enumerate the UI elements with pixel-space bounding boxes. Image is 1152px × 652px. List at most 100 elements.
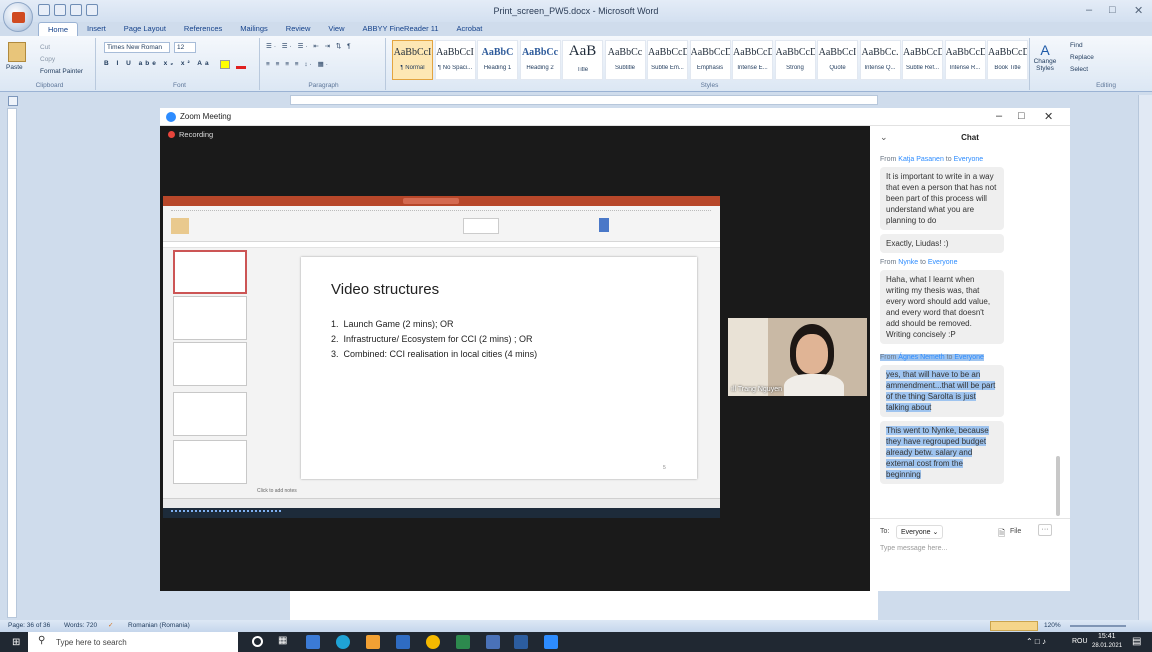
chat-input[interactable]: Type message here... (880, 545, 1058, 552)
page-count[interactable]: Page: 36 of 36 (8, 622, 50, 629)
ppt-shapes-icon[interactable] (463, 218, 499, 234)
excel-icon[interactable] (456, 635, 470, 649)
current-slide[interactable]: Video structures 1. Launch Game (2 mins)… (301, 257, 697, 479)
clock-date[interactable]: 28.01.2021 (1092, 643, 1122, 649)
chat-message[interactable]: yes, that will have to be an ammendment.… (880, 365, 1004, 417)
font-name-select[interactable]: Times New Roman (104, 42, 170, 53)
input-language[interactable]: ROU (1072, 638, 1088, 645)
browser-icon[interactable] (336, 635, 350, 649)
tray-icons[interactable]: ⌃ □ ♪ (1026, 637, 1046, 646)
copy-button[interactable]: Copy (40, 56, 55, 63)
style-3[interactable]: AaBbCc Heading 2 (519, 40, 561, 80)
tab-selector-icon[interactable] (8, 96, 18, 106)
undo-icon[interactable] (54, 4, 66, 16)
tab-page-layout[interactable]: Page Layout (115, 22, 175, 36)
paste-icon[interactable] (8, 42, 26, 62)
word-count[interactable]: Words: 720 (64, 622, 97, 629)
style-7[interactable]: AaBbCcD Emphasis (689, 40, 731, 80)
photoshop-icon[interactable] (514, 635, 528, 649)
office-button[interactable] (3, 2, 33, 32)
font-format-buttons[interactable]: B I U abe x₂ x² Aa (104, 60, 212, 67)
chat-message[interactable]: Haha, what I learnt when writing my thes… (880, 270, 1004, 344)
style-4[interactable]: AaB Title (562, 40, 603, 80)
font-size-select[interactable]: 12 (174, 42, 196, 53)
tab-view[interactable]: View (319, 22, 353, 36)
chat-scrollbar[interactable] (1056, 456, 1060, 516)
file-icon[interactable]: 🗎 (998, 526, 1005, 542)
change-styles-button[interactable]: A Change Styles (1030, 42, 1060, 72)
task-view-icon[interactable]: ▦ (278, 635, 287, 646)
vertical-scrollbar[interactable] (1138, 95, 1152, 620)
horizontal-ruler[interactable] (290, 95, 878, 105)
format-painter-button[interactable]: Format Painter (40, 68, 83, 75)
language-status[interactable]: Romanian (Romania) (128, 622, 190, 629)
style-9[interactable]: AaBbCcD Strong (774, 40, 816, 80)
style-10[interactable]: AaBbCcI Quote (817, 40, 858, 80)
zoom-level[interactable]: 120% (1044, 622, 1061, 629)
chat-message[interactable]: It is important to write in a way that e… (880, 167, 1004, 230)
word-taskbar-icon[interactable] (396, 635, 410, 649)
style-13[interactable]: AaBbCcD Intense R... (944, 40, 986, 80)
redo-icon[interactable] (70, 4, 82, 16)
list-buttons[interactable]: ☰· ☰· ☰· ⇤ ⇥ ⇅ ¶ (266, 42, 353, 50)
slide-thumbnail-2[interactable] (173, 296, 247, 340)
minimize-icon[interactable]: – (1086, 4, 1092, 16)
participant-video[interactable]: ıll Trang Nguyen (728, 318, 867, 396)
font-color-icon[interactable] (236, 60, 246, 69)
vertical-ruler[interactable] (7, 108, 17, 618)
style-11[interactable]: AaBbCc. Intense Q... (859, 40, 901, 80)
slide-thumbnail-4[interactable] (173, 392, 247, 436)
tab-acrobat[interactable]: Acrobat (448, 22, 492, 36)
file-button[interactable]: File (1010, 528, 1021, 535)
paste-button[interactable]: Paste (6, 64, 23, 71)
zoom-close-icon[interactable]: ✕ (1044, 110, 1053, 123)
tab-review[interactable]: Review (277, 22, 320, 36)
ppt-share-icon[interactable] (599, 218, 609, 232)
style-6[interactable]: AaBbCcD Subtle Em... (647, 40, 688, 80)
windows-start-icon[interactable]: ⊞ (12, 637, 20, 648)
style-2[interactable]: AaBbC Heading 1 (477, 40, 518, 80)
notes-placeholder[interactable]: Click to add notes (257, 488, 297, 494)
replace-button[interactable]: Replace (1070, 54, 1094, 61)
notifications-icon[interactable]: ▤ (1132, 636, 1141, 647)
proofing-icon[interactable]: ✓ (108, 621, 113, 629)
zoom-maximize-icon[interactable]: □ (1018, 110, 1025, 122)
align-buttons[interactable]: ≡ ≡ ≡ ≡ ↕· ▦· (266, 60, 330, 68)
cortana-icon[interactable] (252, 636, 263, 647)
style-1[interactable]: AaBbCcI ¶ No Spaci... (434, 40, 476, 80)
files-icon[interactable] (366, 635, 380, 649)
slide-thumbnail-1[interactable] (173, 250, 247, 294)
tab-mailings[interactable]: Mailings (231, 22, 277, 36)
maximize-icon[interactable]: □ (1109, 4, 1116, 16)
more-options-icon[interactable]: ··· (1038, 524, 1052, 536)
outlook-icon[interactable] (486, 635, 500, 649)
taskbar-search-box[interactable]: ⚲ Type here to search (28, 632, 238, 652)
find-button[interactable]: Find (1070, 42, 1083, 49)
print-preview-icon[interactable] (86, 4, 98, 16)
slide-thumbnail-5[interactable] (173, 440, 247, 484)
tab-references[interactable]: References (175, 22, 231, 36)
style-8[interactable]: AaBbCcD Intense E... (732, 40, 773, 80)
edge-icon[interactable] (306, 635, 320, 649)
cut-button[interactable]: Cut (40, 44, 50, 51)
clock-time[interactable]: 15:41 (1098, 633, 1116, 640)
zoom-taskbar-icon[interactable] (544, 635, 558, 649)
style-12[interactable]: AaBbCcD Subtle Ref... (902, 40, 943, 80)
tab-insert[interactable]: Insert (78, 22, 115, 36)
view-buttons[interactable] (990, 621, 1038, 631)
save-icon[interactable] (38, 4, 50, 16)
style-14[interactable]: AaBbCcD Book Title (987, 40, 1028, 80)
recipient-select[interactable]: Everyone ⌄ (896, 525, 944, 539)
ppt-paste-icon[interactable] (171, 218, 189, 234)
ppt-search-box[interactable] (403, 198, 459, 204)
chat-message[interactable]: This went to Nynke, because they have re… (880, 421, 1004, 484)
style-0[interactable]: AaBbCcI ¶ Normal (392, 40, 433, 80)
tab-abbyy-finereader-11[interactable]: ABBYY FineReader 11 (354, 22, 448, 36)
zoom-minimize-icon[interactable]: – (996, 110, 1002, 122)
select-button[interactable]: Select (1070, 66, 1088, 73)
tab-home[interactable]: Home (38, 22, 79, 36)
zoom-slider[interactable] (1070, 625, 1126, 627)
chat-message[interactable]: Exactly, Liudas! :) (880, 234, 1004, 253)
highlight-color-icon[interactable] (220, 60, 230, 69)
close-icon[interactable]: ✕ (1134, 4, 1143, 17)
